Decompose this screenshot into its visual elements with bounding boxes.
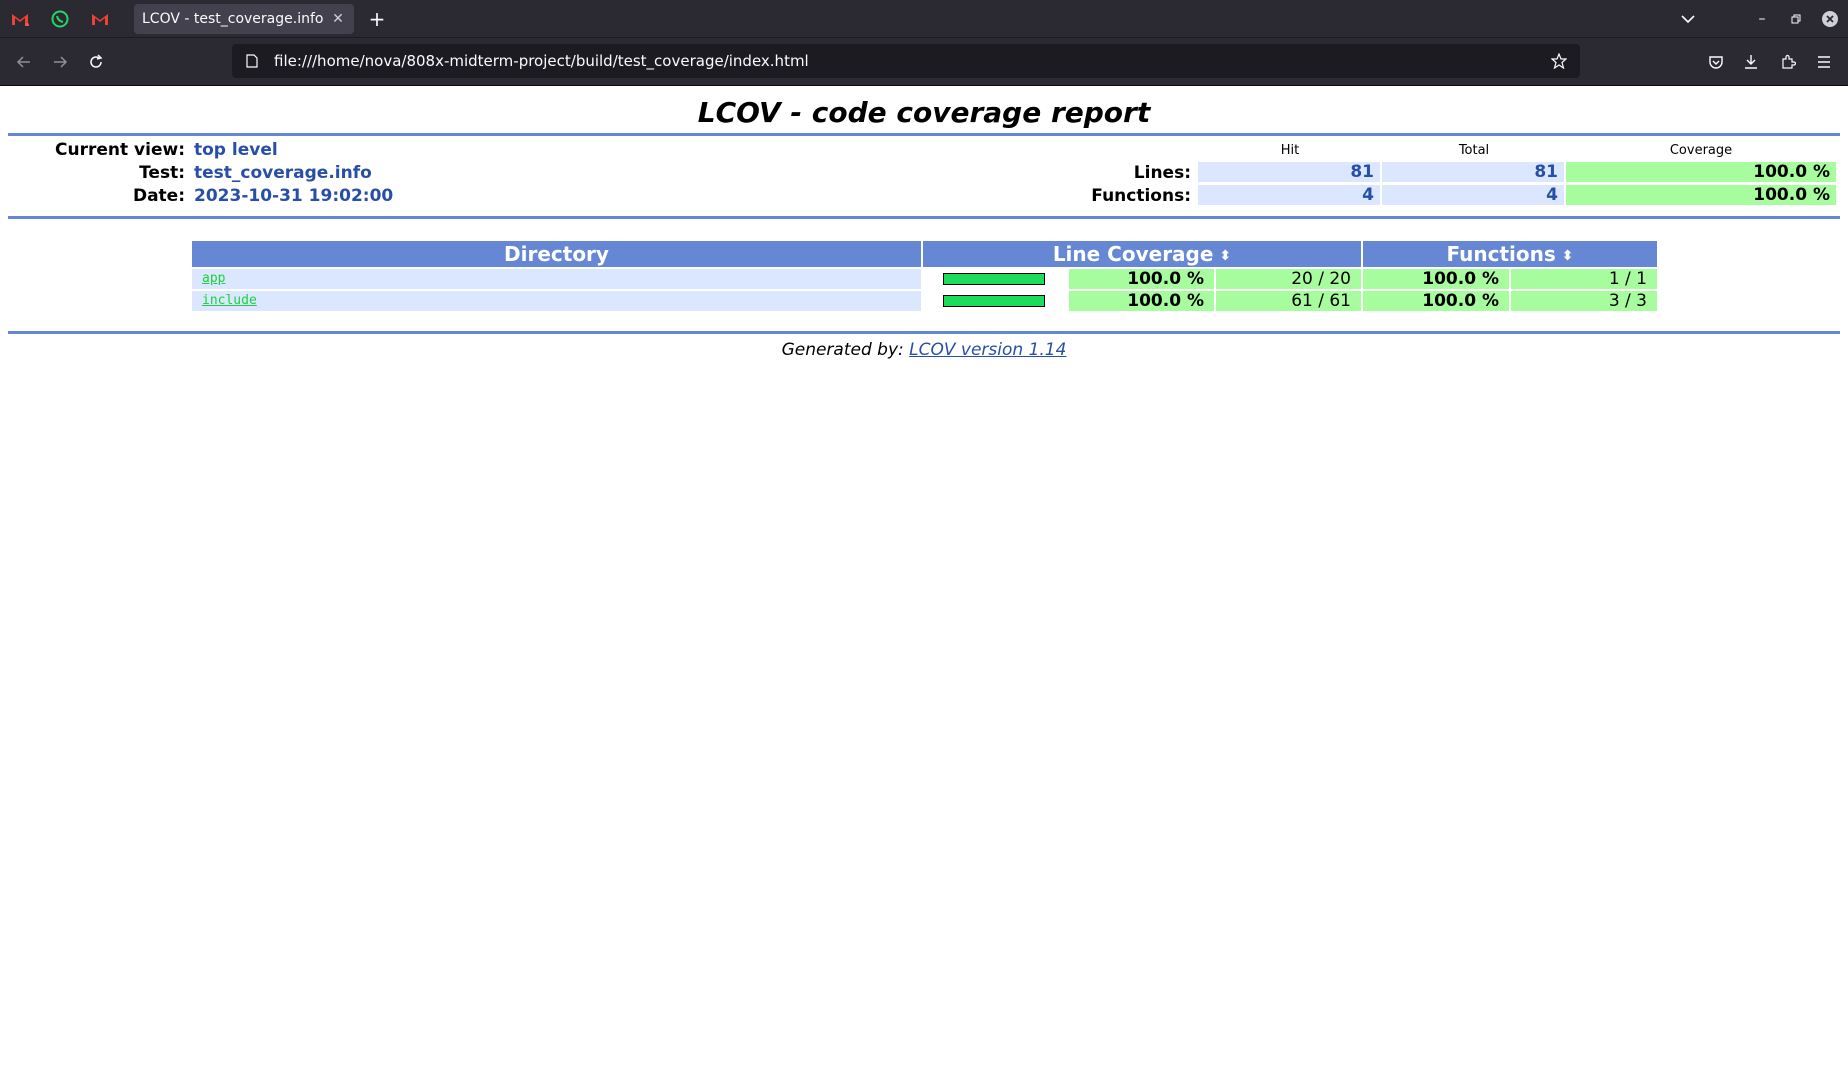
new-tab-button[interactable]: +: [362, 4, 392, 34]
function-coverage-percent: 100.0 %: [1363, 291, 1509, 311]
coverage-bar: [943, 295, 1045, 307]
reload-button[interactable]: [82, 48, 110, 76]
minimize-button[interactable]: –: [1748, 0, 1776, 37]
total-column-header: Total: [1458, 143, 1490, 158]
lines-total: 81: [1382, 162, 1564, 182]
functions-label: Functions:: [1091, 186, 1191, 206]
pinned-tab-gmail[interactable]: [0, 0, 40, 37]
lcov-version-link[interactable]: LCOV version 1.14: [909, 340, 1066, 360]
line-coverage-header-label: Line Coverage: [1052, 242, 1214, 266]
pocket-button[interactable]: [1702, 48, 1730, 76]
current-view-value: top level: [194, 140, 278, 160]
coverage-column-header: Coverage: [1669, 143, 1733, 158]
coverage-bar: [943, 273, 1045, 285]
page-icon: [242, 54, 262, 68]
functions-header[interactable]: Functions ⬍: [1363, 241, 1657, 267]
test-label: Test:: [139, 163, 185, 183]
report-header: Current view: top level Test: test_cover…: [8, 136, 1840, 216]
pocket-icon: [1709, 56, 1723, 69]
gmail-icon: [12, 13, 29, 26]
line-coverage-percent: 100.0 %: [1069, 269, 1214, 289]
line-coverage-count: 61 / 61: [1216, 291, 1361, 311]
menu-button[interactable]: [1810, 48, 1838, 76]
bookmark-star-icon[interactable]: [1544, 53, 1574, 69]
tab-title: LCOV - test_coverage.info: [142, 11, 324, 27]
coverage-bar-cell: [923, 269, 1067, 289]
coverage-bar-cell: [923, 291, 1067, 311]
coverage-bar-fill: [944, 296, 1044, 306]
forward-button[interactable]: [46, 48, 74, 76]
date-value: 2023-10-31 19:02:00: [194, 186, 394, 206]
lines-hit: 81: [1198, 162, 1380, 182]
whatsapp-icon: [51, 10, 69, 27]
active-tab[interactable]: LCOV - test_coverage.info ✕: [134, 4, 354, 34]
functions-total: 4: [1382, 185, 1564, 205]
directory-table: Directory Line Coverage ⬍ Functions ⬍ app …: [8, 219, 1840, 331]
arrow-left-icon: [16, 56, 30, 68]
list-tabs-button[interactable]: [1674, 0, 1702, 37]
directory-header[interactable]: Directory: [192, 241, 921, 267]
url-bar[interactable]: [232, 44, 1580, 78]
page-title: LCOV - code coverage report: [697, 96, 1151, 129]
table-row: include: [192, 291, 921, 311]
footer-prefix: Generated by:: [781, 340, 904, 360]
table-row: app: [192, 269, 921, 289]
download-icon: [1745, 55, 1757, 69]
functions-header-label: Functions: [1446, 242, 1556, 266]
footer: Generated by: LCOV version 1.14: [8, 340, 1840, 360]
test-value: test_coverage.info: [194, 163, 372, 183]
pinned-tab-whatsapp[interactable]: [40, 0, 80, 37]
current-view-label: Current view:: [55, 140, 185, 160]
chevron-down-icon: [1681, 14, 1695, 23]
function-coverage-count: 1 / 1: [1511, 269, 1657, 289]
date-label: Date:: [132, 186, 185, 206]
close-icon[interactable]: ✕: [328, 11, 348, 27]
coverage-bar-fill: [944, 274, 1044, 284]
directory-link-include[interactable]: include: [202, 293, 257, 308]
directory-link-app[interactable]: app: [202, 271, 225, 286]
lines-coverage: 100.0 %: [1566, 162, 1836, 182]
puzzle-icon: [1782, 54, 1796, 69]
line-coverage-header[interactable]: Line Coverage ⬍: [923, 241, 1361, 267]
reload-icon: [90, 54, 103, 68]
hit-column-header: Hit: [1280, 143, 1300, 158]
tab-bar: LCOV - test_coverage.info ✕ + –: [0, 0, 1848, 37]
sort-icon[interactable]: ⬍: [1219, 243, 1231, 269]
gmail-icon: [92, 13, 108, 25]
lines-label: Lines:: [1133, 163, 1191, 183]
function-coverage-percent: 100.0 %: [1363, 269, 1509, 289]
back-button[interactable]: [10, 48, 38, 76]
functions-coverage: 100.0 %: [1566, 185, 1836, 205]
report-page: LCOV - code coverage report Current view…: [0, 93, 1848, 360]
close-window-button[interactable]: [1816, 0, 1844, 37]
function-coverage-count: 3 / 3: [1511, 291, 1657, 311]
close-window-icon: [1822, 10, 1838, 27]
extensions-button[interactable]: [1774, 48, 1802, 76]
url-input[interactable]: [272, 51, 1544, 71]
arrow-right-icon: [54, 56, 68, 68]
sort-icon[interactable]: ⬍: [1562, 243, 1574, 269]
functions-hit: 4: [1198, 185, 1380, 205]
hamburger-menu-icon: [1818, 56, 1830, 68]
nav-bar: [0, 37, 1848, 86]
restore-button[interactable]: [1782, 0, 1810, 37]
divider: [8, 331, 1840, 334]
line-coverage-count: 20 / 20: [1216, 269, 1361, 289]
pinned-tab-gmail-2[interactable]: [80, 0, 120, 37]
restore-icon: [1791, 14, 1801, 23]
downloads-button[interactable]: [1737, 48, 1765, 76]
line-coverage-percent: 100.0 %: [1069, 291, 1214, 311]
